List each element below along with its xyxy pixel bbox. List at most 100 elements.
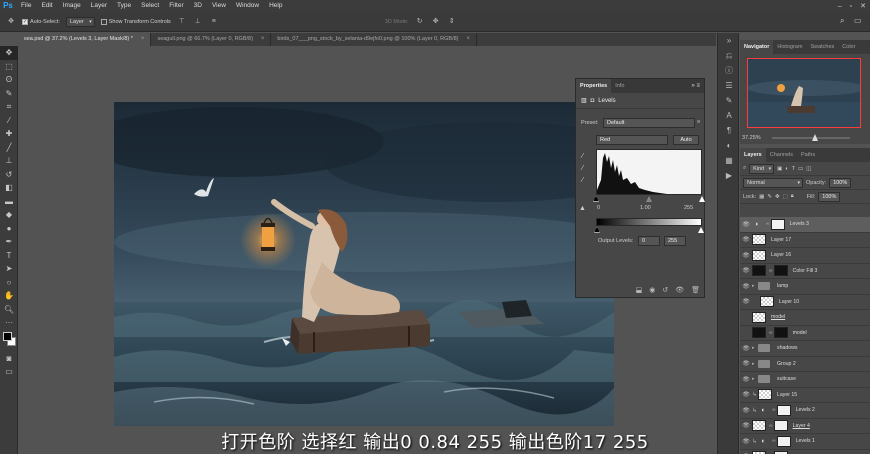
reset-icon[interactable]: ↺ (662, 286, 668, 294)
actions-icon[interactable]: ▶ (718, 168, 740, 183)
layer-thumbnail[interactable] (758, 389, 772, 401)
pen-tool-icon[interactable]: ✒ (0, 235, 18, 249)
layer-row[interactable]: 👁︎ Layer 10 (740, 295, 870, 310)
pan-3d-icon[interactable]: ✥ (431, 17, 441, 27)
menu-help[interactable]: Help (264, 0, 287, 12)
adjustments-icon[interactable]: ◐ (718, 138, 740, 153)
filter-type-icon[interactable]: T (792, 166, 795, 172)
layer-row[interactable]: 👁︎ ↳ Layer 15 (740, 388, 870, 403)
layer-visibility-icon[interactable]: 👁︎ (740, 283, 752, 290)
clip-to-layer-icon[interactable]: ⬓ (636, 286, 643, 294)
zoom-tool-icon[interactable]: 🔍︎ (0, 303, 18, 317)
layer-mask-thumbnail[interactable] (773, 420, 788, 432)
navigator-zoom-slider[interactable] (772, 134, 850, 141)
tab-swatches[interactable]: Swatches (806, 40, 838, 54)
layer-row[interactable]: 👁︎ ∞ model (740, 326, 870, 341)
close-tab-icon[interactable]: × (261, 33, 265, 46)
distribute-icon[interactable]: ≡ (209, 17, 219, 27)
align-icon[interactable]: ⊥ (193, 17, 203, 27)
close-icon[interactable]: ✕ (860, 2, 866, 10)
screen-mode-icon[interactable]: ▭ (0, 365, 18, 379)
show-transform-option[interactable]: Show Transform Controls (100, 18, 171, 25)
filter-shape-icon[interactable]: ▭ (798, 166, 803, 172)
menu-edit[interactable]: Edit (36, 0, 57, 12)
document-tab[interactable]: birds_07___png_stock_by_selania-d9ejfo0.… (271, 33, 478, 46)
clone-stamp-tool-icon[interactable]: ⊥ (0, 154, 18, 168)
document-tab[interactable]: seagull.png @ 66.7% (Layer 0, RGB/8) × (151, 33, 272, 46)
layer-row[interactable]: 👁︎ Layer 17 (740, 233, 870, 248)
layer-visibility-icon[interactable]: 👁︎ (740, 267, 752, 274)
output-white-handle[interactable] (698, 227, 704, 233)
layer-row[interactable]: 👁︎ model (740, 310, 870, 326)
document-tab[interactable]: sea.psd @ 37.2% (Levels 3, Layer Mask/8)… (18, 33, 152, 46)
rotate-3d-icon[interactable]: ↻ (415, 17, 425, 27)
menu-filter[interactable]: Filter (164, 0, 188, 12)
link-icon[interactable]: ∞ (772, 407, 776, 413)
panel-menu-icon[interactable]: » ≡ (691, 83, 704, 89)
output-white-input[interactable]: 255 (664, 236, 686, 246)
layer-visibility-icon[interactable]: 👁︎ (740, 252, 752, 259)
layer-filter-dropdown[interactable]: Kind (749, 163, 775, 174)
input-white-handle[interactable] (699, 196, 705, 202)
history-icon[interactable]: ⎌ (718, 48, 740, 63)
brush-presets-icon[interactable]: ✎ (718, 93, 740, 108)
delete-icon[interactable]: 🗑︎ (691, 286, 700, 294)
align-icon[interactable]: ⊤ (177, 17, 187, 27)
link-icon[interactable]: ∞ (769, 423, 773, 429)
layer-visibility-icon[interactable]: 👁︎ (740, 298, 752, 305)
layer-row[interactable]: 👁︎ Layer 16 (740, 248, 870, 264)
marquee-tool-icon[interactable]: ⬚ (0, 60, 18, 74)
menu-type[interactable]: Type (112, 0, 136, 12)
lock-artboard-icon[interactable]: ⬚ (783, 194, 788, 200)
layer-thumbnail[interactable] (752, 265, 766, 277)
layer-mask-thumbnail[interactable] (770, 218, 785, 230)
blur-tool-icon[interactable]: ◆ (0, 208, 18, 222)
layer-row[interactable]: 👁︎ ∞ Layer 4 (740, 419, 870, 434)
blend-mode-dropdown[interactable]: Normal (743, 177, 803, 188)
white-point-eyedropper-icon[interactable]: ⁄ (582, 177, 583, 184)
navigator-zoom-value[interactable]: 37.25% (742, 135, 761, 141)
link-icon[interactable]: ∞ (766, 221, 770, 227)
input-gray-value[interactable]: 1.00 (640, 205, 651, 211)
layer-row[interactable]: 👁︎ ◐ ∞ Levels 3 (740, 217, 870, 233)
path-selection-tool-icon[interactable]: ➤ (0, 262, 18, 276)
output-black-handle[interactable] (594, 227, 600, 233)
history-brush-tool-icon[interactable]: ↺ (0, 168, 18, 182)
auto-select-checkbox[interactable]: ✓ (22, 18, 28, 25)
auto-select-target-dropdown[interactable]: Layer (65, 16, 95, 27)
show-transform-checkbox[interactable] (100, 18, 107, 25)
layer-thumbnail[interactable] (760, 296, 774, 308)
link-icon[interactable]: ∞ (769, 268, 773, 274)
visibility-icon[interactable]: 👁︎ (675, 286, 684, 294)
info-icon[interactable]: ⓘ (718, 63, 740, 78)
tab-color[interactable]: Color (838, 40, 859, 54)
layer-visibility-icon[interactable]: 👁︎ (740, 329, 752, 336)
layer-visibility-icon[interactable]: 👁︎ (740, 422, 752, 429)
type-tool-icon[interactable]: T (0, 249, 18, 263)
move-tool-icon[interactable]: ✥ (0, 46, 18, 60)
input-black-value[interactable]: 0 (597, 205, 600, 211)
navigator-view-box[interactable] (747, 58, 861, 128)
layer-mask-thumbnail[interactable] (773, 265, 788, 277)
filter-smart-icon[interactable]: ◫ (806, 166, 811, 172)
tab-channels[interactable]: Channels (766, 148, 797, 162)
quick-select-tool-icon[interactable]: ✎ (0, 87, 18, 101)
view-previous-icon[interactable]: ◉ (649, 286, 655, 294)
layer-row[interactable]: 👁︎ ∞ Color Fill 3 (740, 264, 870, 279)
hand-tool-icon[interactable]: ✋ (0, 289, 18, 303)
menu-file[interactable]: File (16, 0, 36, 12)
layer-mask-thumbnail[interactable] (776, 404, 791, 416)
crop-tool-icon[interactable]: ⌗ (0, 100, 18, 114)
menu-image[interactable]: Image (58, 0, 86, 12)
search-icon[interactable]: ⌕ (840, 16, 850, 26)
gradient-tool-icon[interactable]: ▬ (0, 195, 18, 209)
input-black-handle[interactable] (593, 196, 599, 202)
document-canvas[interactable] (114, 102, 614, 426)
layer-visibility-icon[interactable]: 👁︎ (740, 438, 752, 445)
auto-button[interactable]: Auto (673, 135, 699, 145)
opacity-input[interactable]: 100% (829, 177, 852, 188)
properties-icon[interactable]: ☰ (718, 78, 740, 93)
color-swatches[interactable] (0, 330, 17, 352)
output-black-input[interactable]: 0 (638, 236, 660, 246)
layer-thumbnail[interactable] (752, 249, 766, 261)
